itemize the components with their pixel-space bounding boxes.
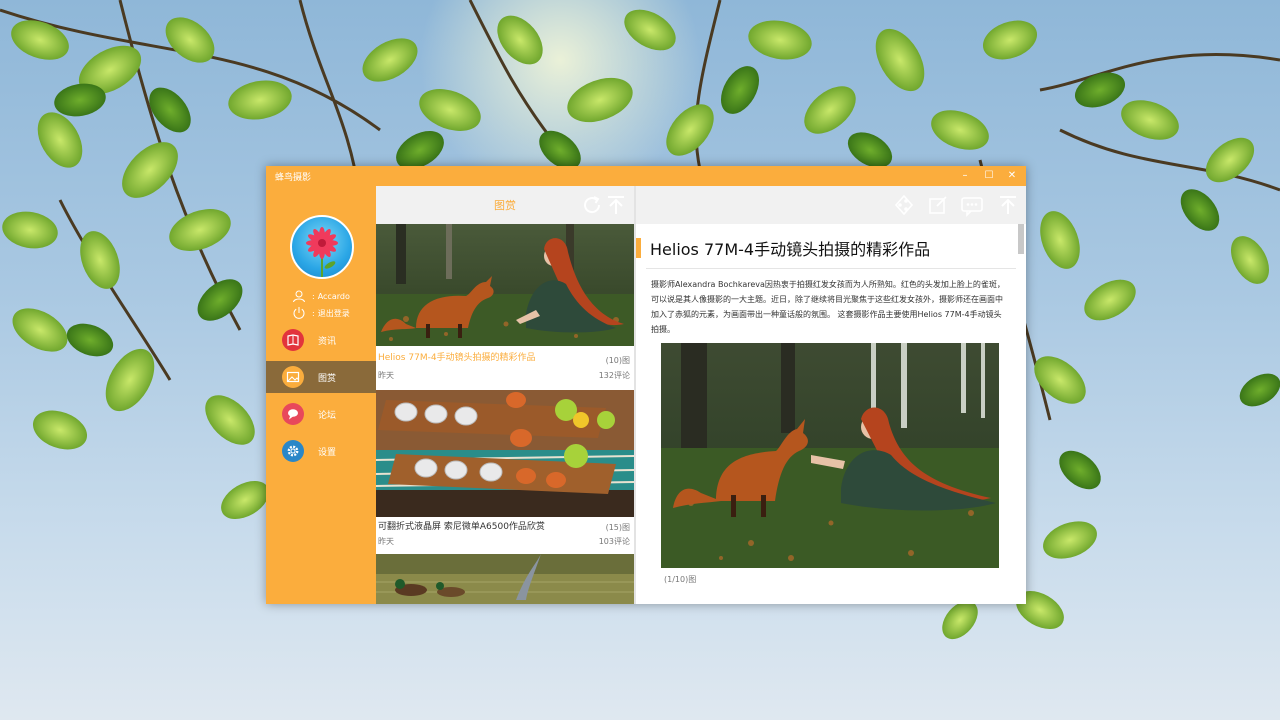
list-item-title[interactable]: Helios 77M-4手动镜头拍摄的精彩作品 xyxy=(378,350,536,363)
nav-item-gallery[interactable]: 图赏 xyxy=(266,361,376,393)
logout-row[interactable]: : 退出登录 xyxy=(292,305,350,321)
back-to-top-icon[interactable] xyxy=(996,193,1020,217)
list-item-comments: 132评论 xyxy=(598,371,630,380)
list-item-date: 昨天 xyxy=(378,537,394,546)
fox-girl-thumbnail xyxy=(376,224,634,346)
list-item-count: (10)图 xyxy=(605,356,630,365)
app-title: 蜂鸟摄影 xyxy=(275,173,312,183)
nav-label-forum: 论坛 xyxy=(318,410,337,421)
app-window: 蜂鸟摄影 – ☐ ✕: Accardo: 退出登录 资讯 图赏 论坛 设置 … xyxy=(266,166,1026,604)
user-icon xyxy=(293,290,305,303)
article-photo[interactable] xyxy=(661,343,999,568)
list-header: 图赏 xyxy=(376,186,634,224)
user-name: Accardo xyxy=(317,291,350,301)
list-item-title[interactable]: 可翻折式液晶屏 索尼微单A6500作品欣赏 xyxy=(378,519,545,532)
nav-item-news[interactable]: 资讯 xyxy=(266,324,376,356)
logout-prefix: : xyxy=(312,308,315,318)
share-icon[interactable] xyxy=(892,193,916,217)
comment-icon[interactable] xyxy=(960,193,984,217)
list-item-comments: 103评论 xyxy=(598,537,630,546)
photo-caption: (1/10)图 xyxy=(664,575,697,584)
drinks-thumbnail xyxy=(376,390,634,517)
list-item-count: (15)图 xyxy=(605,523,630,532)
list-item[interactable]: Helios 77M-4手动镜头拍摄的精彩作品 (10)图 昨天 132评论 xyxy=(376,224,634,384)
close-button[interactable]: ✕ xyxy=(1003,167,1021,185)
detail-scrollbar[interactable] xyxy=(1018,224,1024,254)
power-icon xyxy=(293,307,305,319)
nav-label-gallery: 图赏 xyxy=(318,373,337,384)
logout-link[interactable]: 退出登录 xyxy=(318,308,350,319)
refresh-icon[interactable] xyxy=(580,193,604,217)
ducks-thumbnail xyxy=(376,554,634,604)
title-accent-bar xyxy=(636,238,641,258)
article-body: 摄影师Alexandra Bochkareva因热衷于拍摄红发女孩而为人所熟知。… xyxy=(651,280,1005,334)
chat-icon xyxy=(282,403,304,425)
user-name-prefix: : xyxy=(312,291,315,301)
nav-item-settings[interactable]: 设置 xyxy=(266,435,376,467)
minimize-button[interactable]: – xyxy=(956,167,974,185)
gallery-list-pane: 图赏 Helios 77M-4手动镜头拍摄的精彩作品 (10)图 昨天 132评… xyxy=(376,186,634,604)
nav-label-settings: 设置 xyxy=(318,447,337,458)
nav-label-news: 资讯 xyxy=(318,336,337,347)
maximize-button[interactable]: ☐ xyxy=(980,167,998,185)
flower-icon xyxy=(306,227,338,277)
avatar[interactable] xyxy=(290,215,354,279)
title-divider xyxy=(646,268,1016,269)
list-item[interactable]: 可翻折式液晶屏 索尼微单A6500作品欣赏 (15)图 昨天 103评论 xyxy=(376,390,634,550)
book-icon xyxy=(282,329,304,351)
image-icon xyxy=(282,366,304,388)
edit-icon[interactable] xyxy=(926,193,950,217)
title-bar[interactable]: 蜂鸟摄影 – ☐ ✕ xyxy=(266,166,1026,186)
list-item-date: 昨天 xyxy=(378,371,394,380)
back-to-top-icon[interactable] xyxy=(604,193,628,217)
article-title: Helios 77M-4手动镜头拍摄的精彩作品 xyxy=(650,240,931,259)
sidebar: : Accardo : 退出登录 资讯 图赏 论坛 设置 xyxy=(266,186,376,604)
detail-pane: Helios 77M-4手动镜头拍摄的精彩作品 摄影师Alexandra Boc… xyxy=(636,186,1026,604)
user-name-row: : Accardo xyxy=(292,288,350,304)
list-item[interactable] xyxy=(376,554,634,604)
detail-header xyxy=(636,186,1026,224)
gear-icon xyxy=(282,440,304,462)
nav-item-forum[interactable]: 论坛 xyxy=(266,398,376,430)
